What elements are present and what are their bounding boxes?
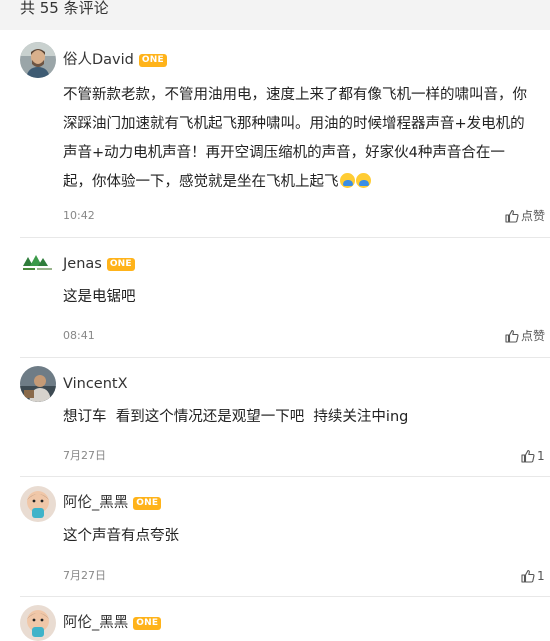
one-badge: ONE bbox=[106, 257, 135, 271]
divider bbox=[20, 237, 550, 238]
one-badge: ONE bbox=[138, 53, 167, 67]
comment-header: 阿伦_黑黑 ONE bbox=[63, 614, 162, 632]
comment-header: 阿伦_黑黑 ONE bbox=[63, 494, 162, 512]
comments-header: 共 55 条评论 bbox=[0, 0, 550, 30]
like-button[interactable]: 1 bbox=[521, 448, 545, 464]
comment-content: 这个声音有点夸张 bbox=[63, 522, 533, 551]
comment-content: 想订车 看到这个情况还是观望一下吧 持续关注中ing bbox=[63, 403, 533, 432]
comment-content: 不管新款老款，不管用油用电，速度上来了都有像飞机一样的啸叫音，你深踩油门加速就有… bbox=[63, 81, 533, 197]
comment-header: Jenas ONE bbox=[63, 255, 135, 273]
divider bbox=[20, 357, 550, 358]
comment-time: 08:41 bbox=[63, 329, 95, 342]
one-badge: ONE bbox=[133, 616, 162, 630]
avatar[interactable] bbox=[20, 246, 56, 282]
avatar[interactable] bbox=[20, 486, 56, 522]
comment-content: 这是电锯吧 bbox=[63, 283, 533, 312]
divider bbox=[20, 596, 550, 597]
crying-laughing-emoji-icon bbox=[355, 173, 371, 188]
comment-text: 这个声音有点夸张 bbox=[63, 528, 179, 544]
crying-laughing-emoji-icon bbox=[339, 173, 355, 188]
thumbs-up-icon bbox=[521, 449, 535, 463]
comment-text: 不管新款老款，不管用油用电，速度上来了都有像飞机一样的啸叫音，你深踩油门加速就有… bbox=[63, 87, 527, 190]
comment-count-title: 共 55 条评论 bbox=[20, 0, 109, 17]
one-badge: ONE bbox=[133, 496, 162, 510]
comment-text: 想订车 看到这个情况还是观望一下吧 持续关注中ing bbox=[63, 409, 409, 425]
divider bbox=[20, 476, 550, 477]
comment-time: 10:42 bbox=[63, 209, 95, 222]
thumbs-up-icon bbox=[505, 209, 519, 223]
username[interactable]: 俗人David bbox=[63, 51, 134, 69]
thumbs-up-icon bbox=[505, 329, 519, 343]
comment-time: 7月27日 bbox=[63, 449, 106, 462]
avatar[interactable] bbox=[20, 605, 56, 641]
like-count: 1 bbox=[537, 449, 545, 463]
like-button[interactable]: 1 bbox=[521, 568, 545, 584]
username[interactable]: VincentX bbox=[63, 375, 128, 393]
username[interactable]: Jenas bbox=[63, 255, 102, 273]
username[interactable]: 阿伦_黑黑 bbox=[63, 494, 128, 512]
comment-header: VincentX bbox=[63, 375, 128, 393]
avatar[interactable] bbox=[20, 366, 56, 402]
like-label: 点赞 bbox=[521, 329, 546, 343]
thumbs-up-icon bbox=[521, 569, 535, 583]
comment-text: 这是电锯吧 bbox=[63, 289, 136, 305]
like-label: 点赞 bbox=[521, 209, 546, 223]
like-count: 1 bbox=[537, 569, 545, 583]
comment-time: 7月27日 bbox=[63, 569, 106, 582]
username[interactable]: 阿伦_黑黑 bbox=[63, 614, 128, 632]
like-button[interactable]: 点赞 bbox=[505, 328, 545, 344]
like-button[interactable]: 点赞 bbox=[505, 208, 545, 224]
comment-header: 俗人David ONE bbox=[63, 51, 167, 69]
avatar[interactable] bbox=[20, 42, 56, 78]
